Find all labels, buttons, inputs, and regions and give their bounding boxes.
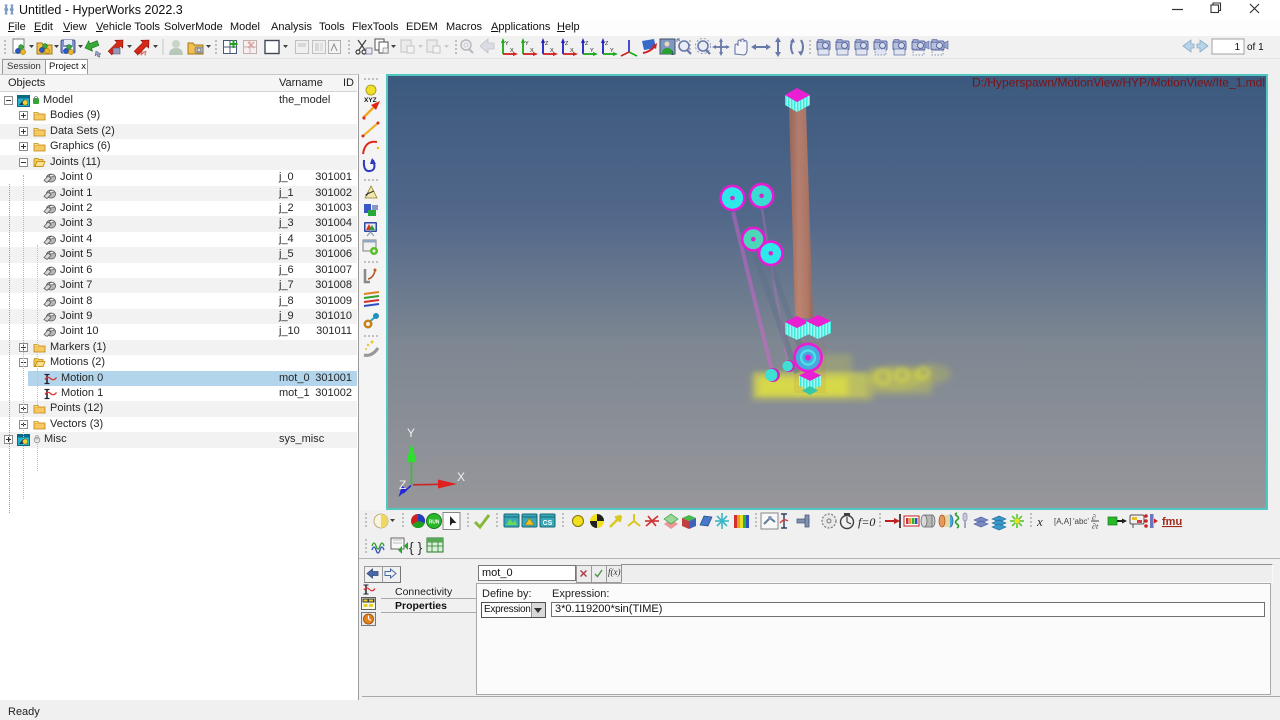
svg-text:X: X	[550, 48, 554, 54]
svg-text:Z: Z	[399, 478, 406, 492]
svg-text:Y: Y	[407, 426, 415, 440]
svg-text:Z: Z	[545, 41, 549, 47]
svg-text:x: x	[1036, 514, 1043, 529]
svg-text:Y: Y	[505, 41, 509, 47]
svg-text:{ }: { }	[409, 539, 423, 555]
svg-text:fmu: fmu	[1162, 516, 1182, 528]
svg-text:Y: Y	[610, 48, 614, 54]
svg-text:CS: CS	[543, 520, 553, 527]
svg-text:of 1: of 1	[1247, 42, 1264, 53]
svg-text:Z: Z	[585, 41, 589, 47]
svg-text:D:/Hyperspawn/MotionView/HYP/M: D:/Hyperspawn/MotionView/HYP/MotionView/…	[972, 76, 1265, 90]
svg-text:PPT: PPT	[137, 52, 147, 58]
svg-text:∂t: ∂t	[1092, 522, 1099, 531]
svg-text:Y: Y	[590, 48, 594, 54]
svg-text:f=0: f=0	[858, 515, 875, 529]
svg-text:XYZ: XYZ	[364, 97, 377, 104]
svg-text:Z: Z	[565, 41, 569, 47]
svg-text:[A,A]: [A,A]	[1054, 517, 1071, 526]
svg-text:X: X	[510, 48, 514, 54]
svg-text:X: X	[570, 48, 574, 54]
svg-text:X: X	[457, 470, 465, 484]
svg-text:Z: Z	[605, 41, 609, 47]
svg-text:RUN: RUN	[429, 520, 440, 526]
svg-text:X: X	[530, 48, 534, 54]
svg-text:1: 1	[1234, 42, 1240, 53]
svg-text:Y: Y	[525, 41, 529, 47]
svg-text:'abc': 'abc'	[1073, 517, 1089, 526]
svg-text:1: 1	[671, 51, 674, 57]
